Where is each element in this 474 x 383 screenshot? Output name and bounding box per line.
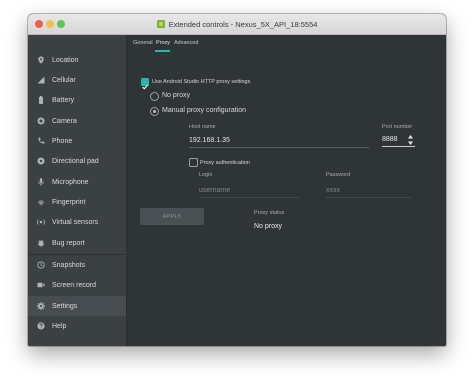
sidebar-item-battery[interactable]: Battery — [28, 90, 126, 110]
sidebar-item-snapshots[interactable]: Snapshots — [28, 255, 126, 275]
sidebar-item-fingerprint[interactable]: Fingerprint — [28, 192, 126, 212]
sidebar-item-virtual-sensors[interactable]: Virtual sensors — [28, 212, 126, 232]
sidebar-item-bug-report[interactable]: Bug report — [28, 233, 126, 253]
port-number-label: Port number — [382, 124, 413, 130]
active-tab-indicator — [155, 50, 170, 52]
window-title-group: Extended controls - Nexus_5X_API_18:5554 — [28, 14, 446, 34]
sidebar-item-label: Location — [52, 56, 79, 64]
use-studio-proxy-checkbox[interactable] — [141, 78, 149, 90]
sidebar-item-label: Settings — [52, 302, 78, 310]
microphone-icon — [37, 178, 45, 186]
sidebar-item-settings[interactable]: Settings — [28, 296, 126, 316]
proxy-authentication-checkbox[interactable] — [189, 158, 198, 167]
sidebar-item-label: Fingerprint — [52, 198, 86, 206]
sidebar-item-phone[interactable]: Phone — [28, 131, 126, 151]
gear-icon — [37, 302, 45, 310]
extended-controls-window: Extended controls - Nexus_5X_API_18:5554… — [28, 14, 446, 346]
title-bar: Extended controls - Nexus_5X_API_18:5554 — [28, 14, 446, 35]
camera-icon — [37, 117, 45, 125]
fingerprint-icon — [37, 198, 45, 206]
cellular-signal-icon — [37, 76, 45, 84]
port-stepper[interactable] — [407, 133, 414, 145]
manual-proxy-radio[interactable] — [150, 107, 159, 116]
settings-content: General Proxy Advanced Use Android Studi… — [127, 35, 446, 346]
dpad-icon — [37, 157, 45, 165]
login-input[interactable]: username — [199, 183, 299, 198]
sidebar-item-help[interactable]: Help — [28, 316, 126, 336]
sidebar-item-label: Snapshots — [52, 261, 86, 269]
host-name-value: 192.168.1.35 — [189, 136, 230, 144]
sidebar-item-screen-record[interactable]: Screen record — [28, 275, 126, 295]
checkmark-icon — [142, 84, 148, 90]
proxy-authentication-label: Proxy authentication — [200, 160, 250, 166]
password-input[interactable]: xxxx — [326, 183, 411, 198]
sidebar-item-label: Screen record — [52, 281, 96, 289]
sidebar-item-directional-pad[interactable]: Directional pad — [28, 151, 126, 171]
sidebar-item-label: Microphone — [52, 178, 89, 186]
virtual-sensors-icon — [37, 218, 45, 226]
sidebar-item-camera[interactable]: Camera — [28, 111, 126, 131]
login-value: username — [199, 186, 231, 194]
password-value: xxxx — [326, 186, 340, 194]
snapshots-icon — [37, 261, 45, 269]
screen-record-icon — [37, 281, 45, 289]
no-proxy-label: No proxy — [162, 92, 191, 99]
sidebar-item-label: Cellular — [52, 76, 76, 84]
stepper-down-icon[interactable] — [408, 141, 413, 146]
proxy-status-label: Proxy status — [254, 210, 285, 216]
use-studio-proxy-label: Use Android Studio HTTP proxy settings — [152, 79, 251, 85]
sidebar-item-label: Directional pad — [52, 157, 99, 165]
phone-icon — [37, 137, 45, 145]
manual-proxy-label: Manual proxy configuration — [162, 107, 247, 114]
sidebar-item-location[interactable]: Location — [28, 50, 126, 70]
tab-advanced[interactable]: Advanced — [174, 40, 198, 46]
battery-icon — [37, 96, 45, 104]
sidebar-item-label: Virtual sensors — [52, 218, 99, 226]
help-icon — [37, 322, 45, 330]
android-app-icon — [156, 20, 165, 28]
sidebar-item-microphone[interactable]: Microphone — [28, 172, 126, 192]
sidebar-item-label: Battery — [52, 96, 75, 104]
sidebar-item-cellular[interactable]: Cellular — [28, 70, 126, 90]
sidebar-item-label: Help — [52, 322, 67, 330]
window-title: Extended controls - Nexus_5X_API_18:5554 — [168, 19, 318, 29]
no-proxy-radio[interactable] — [150, 92, 159, 101]
password-label: Password — [326, 172, 351, 178]
tab-proxy[interactable]: Proxy — [156, 40, 170, 46]
sidebar: Location Cellular Battery Camera Phone D… — [28, 35, 127, 346]
tab-general[interactable]: General — [133, 40, 153, 46]
sidebar-item-label: Phone — [52, 137, 73, 145]
location-pin-icon — [37, 56, 45, 64]
apply-button[interactable]: APPLY — [140, 208, 204, 225]
sidebar-item-label: Bug report — [52, 239, 85, 247]
bug-icon — [37, 239, 45, 247]
stepper-up-icon[interactable] — [408, 135, 413, 139]
host-name-input[interactable]: 192.168.1.35 — [189, 133, 369, 148]
port-number-value: 8888 — [382, 135, 398, 143]
login-label: Login — [199, 172, 213, 178]
proxy-status-value: No proxy — [254, 223, 283, 230]
sidebar-item-label: Camera — [52, 117, 77, 125]
host-name-label: Host name — [189, 124, 216, 130]
